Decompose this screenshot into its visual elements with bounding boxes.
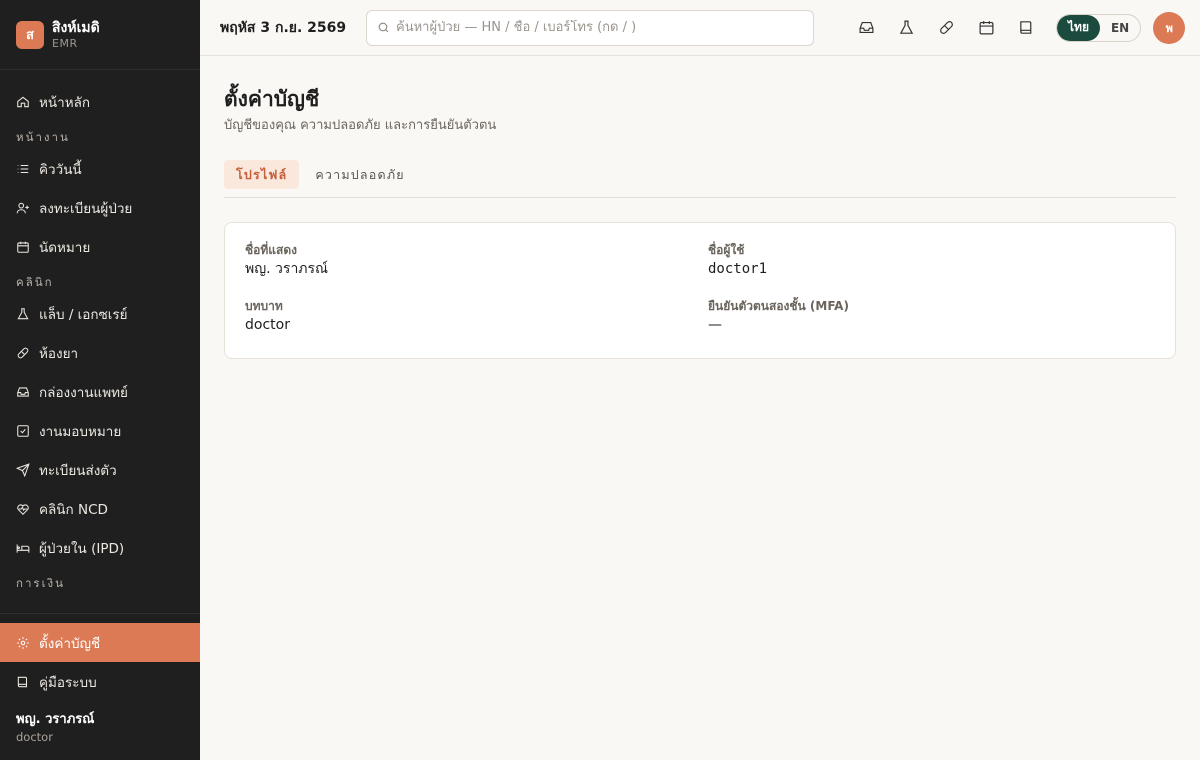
- sidebar-item-appointments[interactable]: นัดหมาย: [0, 227, 200, 266]
- lab-button[interactable]: [886, 10, 926, 46]
- sidebar-item-register[interactable]: ลงทะเบียนผู้ป่วย: [0, 188, 200, 227]
- sidebar-item-label: งานมอบหมาย: [39, 423, 122, 440]
- tab-security[interactable]: ความปลอดภัย: [303, 160, 416, 189]
- sidebar-item-settings[interactable]: ตั้งค่าบัญชี: [0, 623, 200, 662]
- flask-icon: [899, 20, 913, 34]
- lang-th-button[interactable]: ไทย: [1057, 14, 1100, 41]
- user-name: พญ. วราภรณ์: [16, 712, 95, 727]
- current-date: พฤหัส 3 ก.ย. 2569: [220, 19, 347, 36]
- sidebar-item-doctor-inbox[interactable]: กล่องงานแพทย์: [0, 372, 200, 411]
- brand-logo: ส: [16, 20, 44, 49]
- calendar-button[interactable]: [966, 10, 1006, 46]
- gear-icon: [17, 636, 29, 649]
- inbox-icon: [859, 21, 873, 34]
- username-label: ชื่อผู้ใช้: [708, 243, 745, 257]
- calendar-icon: [979, 21, 993, 35]
- sidebar-item-label: กล่องงานแพทย์: [39, 384, 128, 401]
- sidebar-item-ipd[interactable]: ผู้ป่วยใน (IPD): [0, 528, 200, 567]
- profile-card: ชื่อที่แสดง พญ. วราภรณ์ ชื่อผู้ใช้ docto…: [224, 222, 1176, 359]
- sidebar-item-label: คู่มือระบบ: [39, 674, 97, 691]
- sidebar-section-work: หน้างาน: [16, 130, 70, 144]
- sidebar-item-ncd[interactable]: คลินิก NCD: [0, 489, 200, 528]
- sidebar: ส สิงห์เมดิ EMR หน้าหลัก หน้างาน คิววันน…: [0, 0, 200, 760]
- mfa-field: ยืนยันตัวตนสองชั้น (MFA) —: [708, 298, 1128, 335]
- sidebar-item-label: คลินิก NCD: [39, 501, 108, 518]
- sidebar-item-label: คิววันนี้: [39, 161, 82, 178]
- avatar[interactable]: พ: [1153, 11, 1186, 44]
- settings-tabs: โปรไฟล์ ความปลอดภัย: [224, 160, 1176, 198]
- send-icon: [16, 462, 30, 477]
- sidebar-item-label: หน้าหลัก: [39, 94, 91, 111]
- main-content: ตั้งค่าบัญชี บัญชีของคุณ ความปลอดภัย และ…: [224, 56, 1176, 359]
- sidebar-section-clinic: คลินิก: [16, 275, 54, 289]
- page-title: ตั้งค่าบัญชี: [224, 87, 320, 111]
- checkbox-icon: [17, 424, 29, 437]
- role-field: บทบาท doctor: [245, 298, 665, 335]
- role-label: บทบาท: [245, 299, 283, 313]
- mfa-value: —: [708, 317, 722, 333]
- sidebar-footer: ตั้งค่าบัญชี คู่มือระบบ พญ. วราภรณ์ doct…: [0, 613, 200, 760]
- tab-profile[interactable]: โปรไฟล์: [224, 160, 300, 189]
- sidebar-item-label: ลงทะเบียนผู้ป่วย: [39, 200, 133, 217]
- lang-en-button[interactable]: EN: [1100, 15, 1140, 41]
- sidebar-item-queue[interactable]: คิววันนี้: [0, 149, 200, 188]
- sidebar-item-home[interactable]: หน้าหลัก: [0, 82, 200, 121]
- sidebar-section-finance: การเงิน: [16, 576, 66, 590]
- sidebar-item-label: ห้องยา: [39, 345, 79, 362]
- list-icon: [17, 164, 29, 173]
- sidebar-item-label: ทะเบียนส่งตัว: [39, 462, 117, 479]
- inbox-icon: [17, 386, 29, 397]
- sidebar-item-label: แล็บ / เอกซเรย์: [39, 306, 128, 323]
- user-plus-icon: [16, 202, 29, 213]
- search-box[interactable]: [366, 9, 814, 46]
- display-name-field: ชื่อที่แสดง พญ. วราภรณ์: [245, 242, 665, 279]
- brand-name: สิงห์เมดิ: [52, 19, 100, 36]
- sidebar-item-pharmacy[interactable]: ห้องยา: [0, 333, 200, 372]
- pharmacy-button[interactable]: [926, 10, 966, 46]
- pill-icon: [939, 21, 953, 34]
- current-user[interactable]: พญ. วราภรณ์ doctor: [0, 701, 200, 745]
- username-field: ชื่อผู้ใช้ doctor1: [708, 242, 1128, 279]
- sidebar-item-label: ผู้ป่วยใน (IPD): [39, 540, 125, 557]
- sidebar-item-lab[interactable]: แล็บ / เอกซเรย์: [0, 294, 200, 333]
- sidebar-item-label: ตั้งค่าบัญชี: [39, 635, 101, 652]
- page-subtitle: บัญชีของคุณ ความปลอดภัย และการยืนยันตัวต…: [224, 118, 497, 133]
- user-role: doctor: [16, 730, 53, 744]
- search-input[interactable]: [396, 20, 796, 35]
- header-icon-group: [846, 10, 1046, 46]
- sidebar-item-manual[interactable]: คู่มือระบบ: [0, 662, 200, 701]
- language-toggle: ไทย EN: [1056, 13, 1142, 42]
- display-name-label: ชื่อที่แสดง: [245, 243, 297, 257]
- brand-sub: EMR: [52, 36, 78, 50]
- book-icon: [1019, 21, 1031, 34]
- role-value: doctor: [245, 317, 290, 333]
- pill-icon: [17, 347, 29, 358]
- search-icon: [378, 22, 389, 33]
- brand[interactable]: ส สิงห์เมดิ EMR: [0, 0, 200, 70]
- calendar-icon: [17, 241, 29, 253]
- flask-icon: [17, 307, 29, 319]
- sidebar-item-tasks[interactable]: งานมอบหมาย: [0, 411, 200, 450]
- home-icon: [17, 96, 29, 107]
- top-header: พฤหัส 3 ก.ย. 2569 ไทย EN พ: [200, 0, 1200, 56]
- mfa-label: ยืนยันตัวตนสองชั้น (MFA): [708, 299, 849, 313]
- sidebar-item-label: นัดหมาย: [39, 239, 91, 256]
- bed-icon: [16, 544, 30, 553]
- sidebar-item-referrals[interactable]: ทะเบียนส่งตัว: [0, 450, 200, 489]
- username-value: doctor1: [708, 261, 768, 277]
- sidebar-nav: หน้าหลัก หน้างาน คิววันนี้ ลงทะเบียนผู้ป…: [0, 82, 200, 612]
- manual-button[interactable]: [1006, 10, 1046, 46]
- display-name-value: พญ. วราภรณ์: [245, 261, 329, 277]
- heart-pulse-icon: [17, 503, 29, 515]
- book-icon: [17, 676, 28, 687]
- inbox-button[interactable]: [846, 10, 886, 46]
